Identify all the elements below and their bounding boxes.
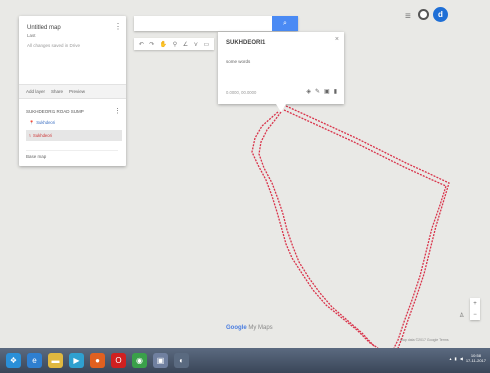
media-icon[interactable]: ▶: [69, 353, 84, 368]
menu-icon[interactable]: ≡: [405, 11, 411, 22]
zoom-in-button[interactable]: +: [473, 301, 477, 307]
undo-icon[interactable]: ↶: [139, 41, 144, 48]
line-icon[interactable]: ∠: [183, 41, 188, 48]
app2-icon[interactable]: ◐: [174, 353, 189, 368]
popup-pointer: [276, 104, 286, 112]
map-credits: Map data ©2017 Google Terms: [400, 338, 449, 342]
start-orb[interactable]: ❖: [6, 353, 21, 368]
search-button[interactable]: ⌕: [272, 16, 298, 31]
line-icon: ⌇: [29, 133, 32, 138]
map-title[interactable]: Untitled map: [27, 25, 119, 31]
redo-icon[interactable]: ↷: [149, 41, 154, 48]
avatar[interactable]: d: [433, 7, 448, 22]
route-icon[interactable]: ⋎: [194, 41, 198, 48]
share-button[interactable]: Share: [51, 89, 63, 94]
panel-actions: Add layer Share Preview: [19, 84, 126, 99]
info-popup: SUKHDEORI1 × some words 0.0000, 00.0000 …: [218, 32, 344, 112]
photo-icon[interactable]: ▣: [324, 88, 330, 95]
popup-title: SUKHDEORI1: [226, 40, 266, 46]
volume-icon[interactable]: ◀: [460, 356, 463, 361]
firefox-icon[interactable]: ●: [90, 353, 105, 368]
layer-name[interactable]: SUKHDEORI1 ROAD SUMP: [26, 109, 122, 114]
marker-icon: 📍: [29, 119, 35, 125]
list-item-label: Sukhdeori: [33, 133, 52, 138]
google-logo: Google My Maps: [226, 325, 273, 331]
chrome-icon[interactable]: ◉: [132, 353, 147, 368]
search-icon: ⌕: [283, 19, 287, 27]
taskbar: ❖ e ▬ ▶ ● O ◉ ▣ ◐ ▴ ▮ ◀ 10:58 17-11-2017: [0, 348, 490, 373]
save-status: All changes saved in Drive: [27, 43, 81, 48]
popup-description: some words: [226, 59, 251, 64]
layer-menu-icon[interactable]: ⋮: [114, 107, 121, 115]
add-layer-button[interactable]: Add layer: [26, 89, 45, 94]
list-item[interactable]: 📍 Sukhdeori: [26, 117, 122, 128]
ie-icon[interactable]: e: [27, 353, 42, 368]
base-map-toggle[interactable]: Base map: [26, 150, 118, 159]
drawing-toolbar: ↶ ↷ ✋ ⚲ ∠ ⋎ ▭: [134, 38, 214, 50]
zoom-control: + −: [470, 298, 480, 320]
clock-date: 17-11-2017: [465, 358, 486, 363]
paint-icon[interactable]: ◈: [306, 88, 311, 95]
explorer-icon[interactable]: ▬: [48, 353, 63, 368]
map-layers-panel: Untitled map Last All changes saved in D…: [19, 16, 126, 166]
map-subtitle[interactable]: Last: [27, 33, 119, 38]
close-icon[interactable]: ×: [335, 36, 339, 43]
app-icon[interactable]: ▣: [153, 353, 168, 368]
hand-icon[interactable]: ✋: [160, 41, 167, 48]
list-item-selected[interactable]: ⌇ Sukhdeori: [26, 130, 122, 141]
system-tray: ▴ ▮ ◀ 10:58 17-11-2017: [450, 353, 486, 363]
tray-arrow-icon[interactable]: ▴: [450, 356, 452, 361]
edit-icon[interactable]: ✎: [315, 88, 320, 95]
logo-google: Google: [226, 325, 247, 331]
zoom-out-button[interactable]: −: [473, 312, 477, 318]
popup-actions: ◈ ✎ ▣ ▮: [306, 88, 337, 95]
pegman-icon[interactable]: ♙: [459, 312, 464, 319]
popup-coordinates: 0.0000, 00.0000: [226, 90, 257, 95]
list-item-label: Sukhdeori: [36, 120, 56, 125]
delete-icon[interactable]: ▮: [334, 88, 337, 95]
preview-button[interactable]: Preview: [69, 89, 85, 94]
logo-suffix: My Maps: [248, 325, 273, 331]
marker-icon[interactable]: ⚲: [173, 41, 177, 48]
taskbar-apps: ❖ e ▬ ▶ ● O ◉ ▣ ◐: [0, 353, 189, 368]
opera-icon[interactable]: O: [111, 353, 126, 368]
ruler-icon[interactable]: ▭: [204, 41, 210, 48]
layer-group: SUKHDEORI1 ROAD SUMP ⋮ 📍 Sukhdeori ⌇ Suk…: [26, 107, 122, 141]
apps-icon[interactable]: [418, 9, 429, 20]
panel-menu-icon[interactable]: ⋮: [114, 22, 122, 31]
panel-header: Untitled map Last All changes saved in D…: [27, 25, 119, 48]
clock[interactable]: 10:58 17-11-2017: [466, 353, 486, 363]
network-icon[interactable]: ▮: [455, 356, 457, 361]
search-input[interactable]: [134, 16, 269, 31]
search-box: ⌕: [134, 16, 298, 31]
